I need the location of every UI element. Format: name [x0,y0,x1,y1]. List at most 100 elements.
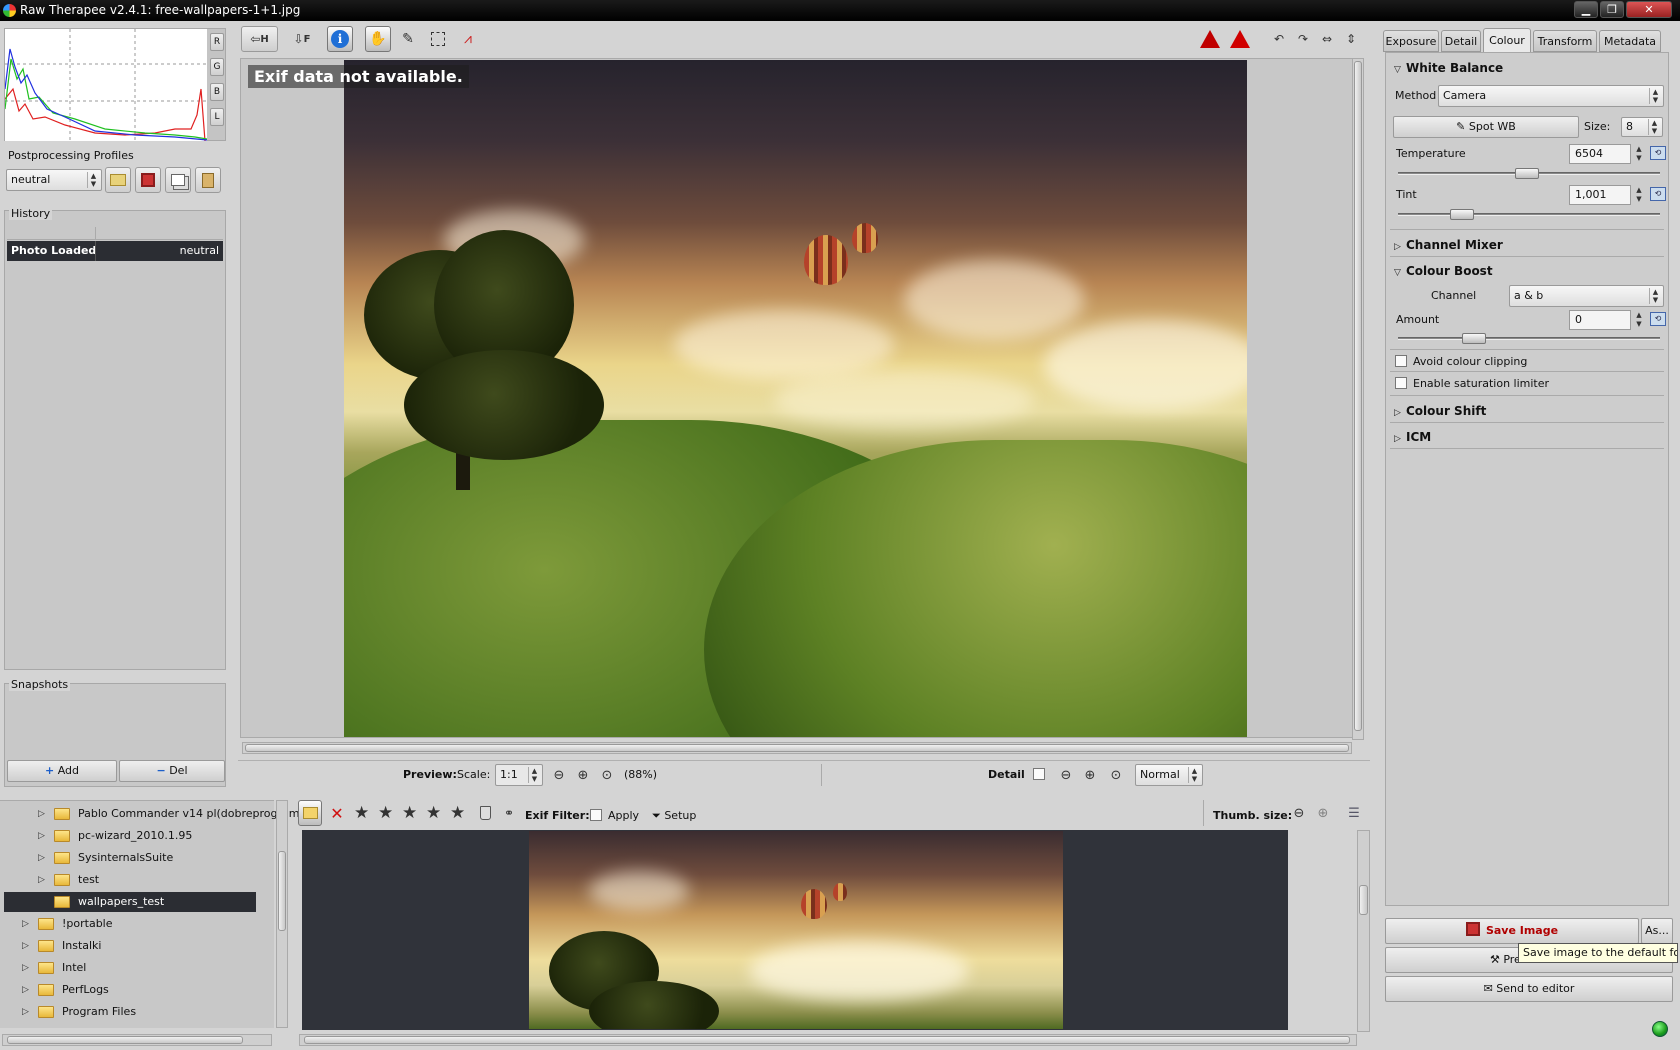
detail-zoom-out-button[interactable]: ⊖ [1055,762,1077,788]
star-2-icon[interactable]: ★ [378,803,393,823]
channel-b-toggle[interactable]: B [210,83,224,101]
expander-icon[interactable]: ▷ [38,804,45,824]
expander-icon[interactable]: ▷ [38,870,45,890]
tab-colour[interactable]: Colour [1483,28,1531,52]
thumb-larger-button[interactable]: ⊕ [1312,800,1334,826]
shadow-clip-button[interactable] [1227,26,1253,52]
filmstrip-vscroll-thumb[interactable] [1359,885,1368,915]
tint-slider[interactable] [1398,209,1660,220]
flip-vertical-button[interactable]: ⇕ [1340,26,1362,52]
del-snapshot-button[interactable]: − Del [119,760,225,782]
paste-profile-button[interactable] [195,167,221,193]
history-toggle-button[interactable]: ⇦ H [241,26,278,52]
tree-item[interactable]: ▷ pc-wizard_2010.1.95 [4,826,256,846]
tint-reset-icon[interactable]: ⟲ [1650,187,1666,201]
zoom-in-button[interactable]: ⊕ [572,762,594,788]
detail-zoom-in-button[interactable]: ⊕ [1079,762,1101,788]
show-trash-button[interactable]: ✕ [325,800,349,826]
crop-tool-button[interactable] [425,26,451,52]
expander-icon[interactable]: ▷ [38,826,45,846]
open-profile-button[interactable] [105,167,131,193]
spot-wb-button[interactable]: ✎ Spot WB [1393,116,1579,138]
tree-item[interactable]: ▷ Instalki [4,936,256,956]
tree-item[interactable]: ▷ Pablo Commander v14 pl(dobreprogramy [4,804,306,824]
tab-exposure[interactable]: Exposure [1383,30,1439,52]
expander-icon[interactable]: ▷ [38,848,45,868]
highlight-clip-button[interactable] [1197,26,1223,52]
close-button[interactable]: ✕ [1626,1,1672,18]
exif-filter-icon-button[interactable]: ⚭ [498,800,520,826]
file-tree-vscrollbar[interactable] [276,800,288,1028]
tree-item[interactable]: ▷ test [4,870,256,890]
viewport-hscroll-thumb[interactable] [245,744,1349,752]
exif-setup-button[interactable]: ⏷ Setup [652,809,696,823]
tab-metadata[interactable]: Metadata [1599,30,1661,52]
tree-item[interactable]: ▷ !portable [4,914,256,934]
rotate-right-button[interactable]: ↷ [1292,26,1314,52]
expander-icon[interactable]: ▷ [22,936,29,956]
amount-input[interactable]: 0 ▲ ▼ [1569,310,1642,330]
amount-reset-icon[interactable]: ⟲ [1650,312,1666,326]
file-tree-hscroll-thumb[interactable] [7,1036,243,1044]
channel-g-toggle[interactable]: G [210,58,224,76]
tree-item[interactable]: ▷ SysinternalsSuite [4,848,256,868]
filmstrip-hscrollbar[interactable] [299,1034,1357,1046]
colour-shift-header[interactable]: ▷ Colour Shift [1394,404,1486,418]
filmstrip-vscrollbar[interactable] [1357,830,1370,1032]
white-balance-header[interactable]: ▽ White Balance [1394,61,1503,75]
avoid-clipping-checkbox[interactable]: Avoid colour clipping [1395,355,1527,368]
detail-mode-select[interactable]: Normal ▲ ▼ [1135,764,1203,786]
spin-arrows-icon[interactable]: ▲ ▼ [1633,186,1645,204]
wb-size-select[interactable]: 8 ▲ ▼ [1621,117,1663,137]
minimize-button[interactable]: ▁ [1574,1,1598,18]
tab-transform[interactable]: Transform [1533,30,1597,52]
amount-slider[interactable] [1398,333,1660,344]
straighten-tool-button[interactable]: ⩘ [455,26,481,52]
star-5-icon[interactable]: ★ [450,803,465,823]
temperature-reset-icon[interactable]: ⟲ [1650,146,1666,160]
copy-profile-button[interactable] [165,167,191,193]
colour-boost-header[interactable]: ▽ Colour Boost [1394,264,1493,278]
exif-apply-checkbox[interactable]: Apply [590,809,639,822]
expander-icon[interactable]: ▷ [22,958,29,978]
viewport-hscrollbar[interactable] [242,742,1352,754]
preview-image[interactable] [344,60,1247,737]
tree-item[interactable]: ▷ Intel [4,958,256,978]
tint-input[interactable]: 1,001 ▲ ▼ [1569,185,1642,205]
star-3-icon[interactable]: ★ [402,803,417,823]
file-tree-hscrollbar[interactable] [2,1034,272,1046]
channel-l-toggle[interactable]: L [210,108,224,126]
spin-arrows-icon[interactable]: ▲ ▼ [1633,145,1645,163]
restore-button[interactable]: ❐ [1600,1,1624,18]
saturation-limiter-box[interactable] [1395,377,1407,389]
star-1-icon[interactable]: ★ [354,803,369,823]
tree-item[interactable]: wallpapers_test [4,892,256,912]
zoom-out-button[interactable]: ⊖ [548,762,570,788]
save-as-button[interactable]: As... [1641,918,1673,944]
channel-mixer-header[interactable]: ▷ Channel Mixer [1394,238,1503,252]
filebrowser-toggle-button[interactable]: ⇩ F [285,26,319,52]
expander-icon[interactable]: ▷ [22,914,29,934]
saturation-limiter-checkbox[interactable]: Enable saturation limiter [1395,377,1549,390]
spin-arrows-icon[interactable]: ▲ ▼ [1633,311,1645,329]
hand-tool-button[interactable]: ✋ [365,26,391,52]
temperature-slider-thumb[interactable] [1515,168,1539,179]
tree-item[interactable]: ▷ PerfLogs [4,980,256,1000]
save-profile-button[interactable] [135,167,161,193]
viewport-vscrollbar[interactable] [1352,58,1364,740]
temperature-input[interactable]: 6504 ▲ ▼ [1569,144,1642,164]
thumb-smaller-button[interactable]: ⊖ [1288,800,1310,826]
channel-r-toggle[interactable]: R [210,33,224,51]
file-tree-vscroll-thumb[interactable] [278,851,286,931]
rotate-left-button[interactable]: ↶ [1268,26,1290,52]
expander-icon[interactable]: ▷ [22,980,29,1000]
avoid-clipping-box[interactable] [1395,355,1407,367]
filmstrip-hscroll-thumb[interactable] [304,1036,1350,1044]
scale-select[interactable]: 1:1 ▲ ▼ [495,764,543,786]
trash-filter-button[interactable] [474,800,496,826]
wb-method-select[interactable]: Camera ▲ ▼ [1438,85,1664,107]
icm-header[interactable]: ▷ ICM [1394,430,1431,444]
apply-checkbox-box[interactable] [590,809,602,821]
detail-zoom-100-button[interactable]: ⊙ [1105,762,1127,788]
save-image-button[interactable]: Save Image [1385,918,1639,944]
